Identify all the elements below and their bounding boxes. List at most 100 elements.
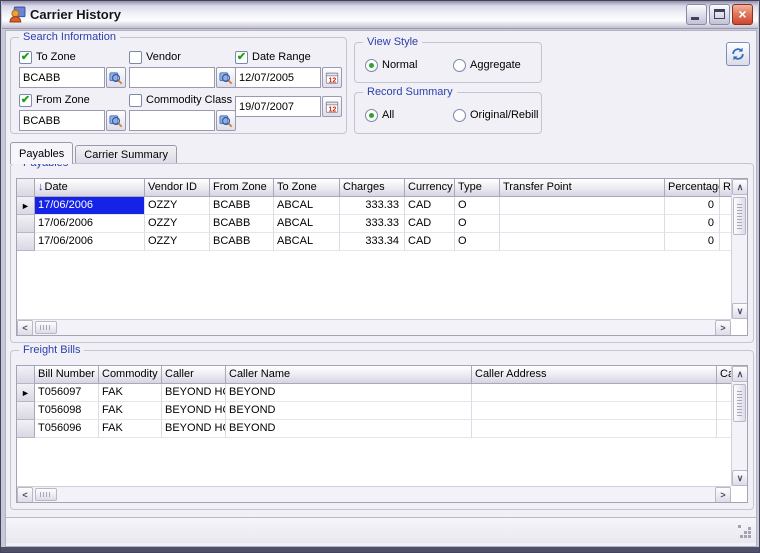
vendor-lookup-button[interactable] (216, 67, 236, 88)
radio-aggregate[interactable] (453, 59, 466, 72)
column-header-partial[interactable]: R (720, 179, 731, 197)
freight-bill-cell[interactable]: BEYOND (226, 384, 472, 402)
freight-bill-cell[interactable]: BEYOND (226, 402, 472, 420)
payables-cell[interactable]: CAD (405, 215, 455, 233)
row-selector[interactable] (17, 402, 35, 420)
from-zone-lookup-button[interactable] (106, 110, 126, 131)
commodity-class-input[interactable] (129, 110, 215, 131)
column-header-commodity[interactable]: Commodity (99, 366, 162, 384)
record-summary-all[interactable]: All (365, 108, 394, 122)
freight-bill-cell[interactable]: FAK (99, 402, 162, 420)
view-style-normal[interactable]: Normal (365, 58, 417, 72)
row-selector[interactable]: ► (17, 197, 35, 215)
payables-cell[interactable]: 333.33 (340, 197, 405, 215)
vertical-scroll-thumb[interactable] (733, 384, 746, 422)
freight-bill-cell[interactable]: BEYOND HOF (162, 420, 226, 438)
scroll-up-button[interactable]: ∧ (732, 366, 748, 382)
row-selector[interactable] (17, 215, 35, 233)
column-header-partial[interactable]: Call (717, 366, 731, 384)
freight-bills-vertical-scrollbar[interactable]: ∧ ∨ (731, 366, 747, 486)
payables-cell[interactable]: BCABB (210, 197, 274, 215)
column-header-charges[interactable]: Charges (340, 179, 405, 197)
resize-grip[interactable] (740, 527, 753, 540)
payables-cell[interactable]: 0 (665, 233, 720, 251)
record-summary-original-rebill[interactable]: Original/Rebill (453, 108, 538, 122)
row-selector[interactable] (17, 233, 35, 251)
horizontal-scroll-thumb[interactable] (35, 321, 57, 334)
freight-bill-cell[interactable] (717, 420, 731, 438)
tab-carrier-summary[interactable]: Carrier Summary (75, 145, 177, 164)
view-style-aggregate[interactable]: Aggregate (453, 58, 521, 72)
date-to-calendar-button[interactable]: 12 (322, 96, 342, 117)
tab-payables[interactable]: Payables (10, 142, 73, 164)
commodity-class-checkbox[interactable] (129, 94, 142, 107)
payables-cell[interactable]: 17/06/2006 (35, 215, 145, 233)
from-zone-input[interactable] (19, 110, 105, 131)
freight-bill-cell[interactable]: T056097 (35, 384, 99, 402)
row-selector[interactable] (17, 420, 35, 438)
payables-cell[interactable]: 333.34 (340, 233, 405, 251)
payables-cell[interactable]: O (455, 215, 500, 233)
column-header-caller-name[interactable]: Caller Name (226, 366, 472, 384)
vendor-checkbox[interactable] (129, 51, 142, 64)
to-zone-lookup-button[interactable] (106, 67, 126, 88)
column-header-from-zone[interactable]: From Zone (210, 179, 274, 197)
payables-cell[interactable]: BCABB (210, 233, 274, 251)
radio-all[interactable] (365, 109, 378, 122)
freight-bill-cell[interactable]: BEYOND HOF (162, 384, 226, 402)
date-range-checkbox[interactable]: ✔ (235, 51, 248, 64)
payables-cell[interactable]: 333.33 (340, 215, 405, 233)
freight-bill-cell[interactable]: FAK (99, 420, 162, 438)
titlebar[interactable]: Carrier History × (2, 1, 758, 29)
column-header-transfer-point[interactable]: Transfer Point (500, 179, 665, 197)
refresh-button[interactable] (726, 42, 750, 66)
scroll-up-button[interactable]: ∧ (732, 179, 748, 195)
column-header-date[interactable]: ↓Date (35, 179, 145, 197)
date-from-calendar-button[interactable]: 12 (322, 67, 342, 88)
column-header-vendor-id[interactable]: Vendor ID (145, 179, 210, 197)
payables-cell[interactable]: OZZY (145, 233, 210, 251)
column-header-type[interactable]: Type (455, 179, 500, 197)
column-header-currency[interactable]: Currency (405, 179, 455, 197)
radio-normal[interactable] (365, 59, 378, 72)
freight-bill-cell[interactable]: BEYOND HOF (162, 402, 226, 420)
payables-cell[interactable]: ABCAL (274, 215, 340, 233)
payables-cell[interactable]: 0 (665, 215, 720, 233)
scroll-down-button[interactable]: ∨ (732, 303, 748, 319)
column-header-caller[interactable]: Caller (162, 366, 226, 384)
freight-bill-cell[interactable]: T056098 (35, 402, 99, 420)
minimize-button[interactable] (686, 4, 707, 25)
payables-cell[interactable]: BCABB (210, 215, 274, 233)
payables-cell[interactable]: ABCAL (274, 233, 340, 251)
payables-cell[interactable]: O (455, 233, 500, 251)
payables-cell[interactable]: OZZY (145, 215, 210, 233)
payables-cell[interactable]: CAD (405, 233, 455, 251)
payables-cell[interactable] (720, 197, 731, 215)
payables-cell[interactable] (720, 233, 731, 251)
to-zone-checkbox[interactable]: ✔ (19, 51, 32, 64)
payables-cell[interactable] (500, 233, 665, 251)
freight-bill-cell[interactable] (472, 420, 717, 438)
payables-vertical-scrollbar[interactable]: ∧ ∨ (731, 179, 747, 319)
payables-cell[interactable] (720, 215, 731, 233)
scroll-right-button[interactable]: > (715, 487, 731, 503)
payables-cell[interactable]: 0 (665, 197, 720, 215)
close-button[interactable]: × (732, 4, 753, 25)
column-header-caller-address[interactable]: Caller Address (472, 366, 717, 384)
freight-bill-cell[interactable] (717, 402, 731, 420)
payables-cell[interactable]: 17/06/2006 (35, 233, 145, 251)
payables-cell[interactable]: O (455, 197, 500, 215)
radio-original-rebill[interactable] (453, 109, 466, 122)
payables-cell[interactable]: CAD (405, 197, 455, 215)
freight-bill-cell[interactable]: T056096 (35, 420, 99, 438)
scroll-left-button[interactable]: < (17, 487, 33, 503)
row-selector[interactable]: ► (17, 384, 35, 402)
payables-cell[interactable]: OZZY (145, 197, 210, 215)
payables-cell[interactable]: ABCAL (274, 197, 340, 215)
to-zone-input[interactable] (19, 67, 105, 88)
scroll-left-button[interactable]: < (17, 320, 33, 336)
freight-bill-cell[interactable] (472, 402, 717, 420)
date-from-input[interactable] (235, 67, 321, 88)
column-header-bill-number[interactable]: Bill Number (35, 366, 99, 384)
freight-bill-cell[interactable] (472, 384, 717, 402)
